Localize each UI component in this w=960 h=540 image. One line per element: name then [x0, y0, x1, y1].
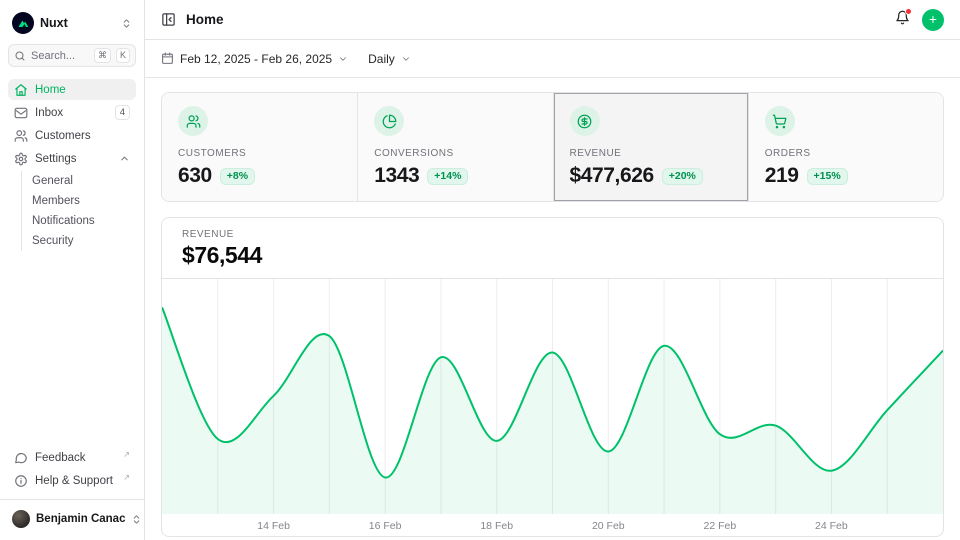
workspace-selector[interactable]: Nuxt — [8, 8, 136, 44]
stats-row: CUSTOMERS 630 +8% CONVERSIONS 1343 +14% — [161, 92, 944, 202]
topbar-right — [895, 9, 944, 31]
chart-header: REVENUE $76,544 — [162, 218, 943, 278]
inbox-count-badge: 4 — [115, 105, 130, 120]
sidebar-user-section: Benjamin Canac — [0, 499, 144, 532]
chevron-down-icon — [401, 54, 411, 64]
revenue-chart-card: REVENUE $76,544 14 Feb 16 Feb 18 Feb 20 Feb… — [161, 217, 944, 537]
stat-change-badge: +8% — [220, 168, 255, 185]
stat-change-badge: +15% — [807, 168, 848, 185]
stat-card-revenue[interactable]: REVENUE $477,626 +20% — [553, 93, 748, 201]
period-value: Daily — [368, 52, 395, 66]
notifications-button[interactable] — [895, 10, 910, 30]
date-range-value: Feb 12, 2025 - Feb 26, 2025 — [180, 52, 332, 66]
revenue-area-chart: 14 Feb 16 Feb 18 Feb 20 Feb 22 Feb 24 Feb — [162, 279, 943, 536]
content: CUSTOMERS 630 +8% CONVERSIONS 1343 +14% — [145, 78, 960, 540]
sidebar-item-notifications[interactable]: Notifications — [26, 211, 136, 231]
svg-text:24 Feb: 24 Feb — [815, 520, 848, 532]
page-title: Home — [186, 12, 224, 27]
date-range-picker[interactable]: Feb 12, 2025 - Feb 26, 2025 — [161, 52, 348, 66]
topbar: Home — [145, 0, 960, 40]
stat-change-badge: +14% — [427, 168, 468, 185]
period-select[interactable]: Daily — [368, 52, 411, 66]
chart-title: REVENUE — [182, 229, 923, 240]
home-icon — [14, 83, 28, 97]
sidebar-item-label: Inbox — [35, 107, 108, 119]
sidebar-item-inbox[interactable]: Inbox 4 — [8, 102, 136, 123]
sidebar-item-settings[interactable]: Settings — [8, 148, 136, 169]
stat-value: $477,626 — [570, 164, 654, 188]
external-link-icon: ↗ — [123, 473, 130, 482]
search-placeholder: Search... — [31, 50, 89, 62]
kbd-k: K — [116, 48, 130, 63]
user-name: Benjamin Canac — [36, 513, 125, 525]
sidebar-item-label: Help & Support — [35, 475, 115, 487]
stat-card-orders[interactable]: ORDERS 219 +15% — [748, 93, 943, 201]
svg-text:16 Feb: 16 Feb — [369, 520, 402, 532]
chevron-down-icon — [338, 54, 348, 64]
nuxt-logo-icon — [12, 12, 34, 34]
stat-value: 630 — [178, 164, 212, 188]
plus-icon — [928, 13, 938, 26]
circle-dollar-icon — [570, 106, 600, 136]
sidebar-nav: Home Inbox 4 Customers Settings — [8, 79, 136, 251]
calendar-icon — [161, 52, 174, 65]
sidebar-item-home[interactable]: Home — [8, 79, 136, 100]
info-circle-icon — [14, 474, 28, 488]
sidebar-item-security[interactable]: Security — [26, 231, 136, 251]
stat-label: REVENUE — [570, 148, 732, 159]
external-link-icon: ↗ — [123, 450, 130, 459]
stat-value: 219 — [765, 164, 799, 188]
stat-label: CUSTOMERS — [178, 148, 341, 159]
main-panel: Home Feb 12, 2025 - Feb 26, 2025 — [145, 0, 960, 540]
collapse-sidebar-icon[interactable] — [161, 12, 176, 27]
svg-text:18 Feb: 18 Feb — [480, 520, 513, 532]
user-menu[interactable]: Benjamin Canac — [8, 508, 136, 530]
shopping-cart-icon — [765, 106, 795, 136]
sidebar-spacer — [8, 251, 136, 447]
workspace-name: Nuxt — [40, 16, 115, 30]
stat-label: CONVERSIONS — [374, 148, 536, 159]
chevrons-up-down-icon — [131, 514, 142, 525]
chevron-up-icon — [119, 153, 130, 164]
users-icon — [14, 129, 28, 143]
users-icon — [178, 106, 208, 136]
chart-total-value: $76,544 — [182, 242, 923, 269]
svg-text:22 Feb: 22 Feb — [704, 520, 737, 532]
sidebar: Nuxt Search... ⌘ K Home — [0, 0, 145, 540]
sidebar-item-label: Feedback — [35, 452, 115, 464]
svg-text:20 Feb: 20 Feb — [592, 520, 625, 532]
sidebar-item-label: Home — [35, 84, 130, 96]
sidebar-item-customers[interactable]: Customers — [8, 125, 136, 146]
stat-value: 1343 — [374, 164, 419, 188]
chevrons-up-down-icon — [121, 18, 132, 29]
sidebar-item-feedback[interactable]: Feedback ↗ — [8, 447, 136, 468]
topbar-left: Home — [161, 12, 224, 27]
search-input[interactable]: Search... ⌘ K — [8, 44, 136, 67]
stat-change-badge: +20% — [662, 168, 703, 185]
sidebar-item-help-support[interactable]: Help & Support ↗ — [8, 470, 136, 491]
chart-pie-icon — [374, 106, 404, 136]
filters-toolbar: Feb 12, 2025 - Feb 26, 2025 Daily — [145, 40, 960, 78]
stat-label: ORDERS — [765, 148, 927, 159]
gear-icon — [14, 152, 28, 166]
kbd-cmd: ⌘ — [94, 48, 111, 63]
stat-card-customers[interactable]: CUSTOMERS 630 +8% — [162, 93, 357, 201]
search-icon — [14, 50, 26, 62]
message-bubble-icon — [14, 451, 28, 465]
notification-dot — [905, 8, 912, 15]
sidebar-item-label: Customers — [35, 130, 130, 142]
chart-plot-area[interactable]: 14 Feb 16 Feb 18 Feb 20 Feb 22 Feb 24 Feb — [162, 279, 943, 536]
svg-text:14 Feb: 14 Feb — [257, 520, 290, 532]
inbox-icon — [14, 106, 28, 120]
stat-card-conversions[interactable]: CONVERSIONS 1343 +14% — [357, 93, 552, 201]
sidebar-footer-links: Feedback ↗ Help & Support ↗ — [8, 447, 136, 491]
sidebar-item-label: Settings — [35, 153, 112, 165]
app: Nuxt Search... ⌘ K Home — [0, 0, 960, 540]
sidebar-item-members[interactable]: Members — [26, 191, 136, 211]
sidebar-item-general[interactable]: General — [26, 171, 136, 191]
add-button[interactable] — [922, 9, 944, 31]
avatar — [12, 510, 30, 528]
settings-submenu: General Members Notifications Security — [21, 171, 136, 251]
